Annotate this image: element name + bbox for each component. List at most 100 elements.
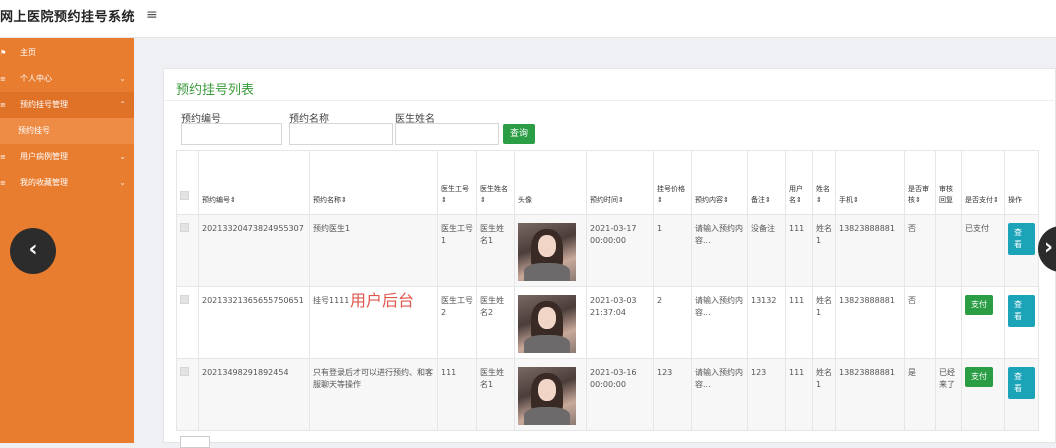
- col-header: 审核回复: [935, 150, 962, 215]
- view-button[interactable]: 查看: [1008, 295, 1035, 327]
- avatar: [518, 295, 576, 353]
- table-row: 20213320473824955307 预约医生1 医生工号1 医生姓名1 2…: [176, 214, 1039, 287]
- table-row: 20213321365655750651 挂号1111 医生工号2 医生姓名2 …: [176, 286, 1039, 359]
- cell-note: 没备注: [747, 214, 786, 287]
- cell-user: 111: [785, 286, 813, 359]
- cell-id: 20213320473824955307: [198, 214, 310, 287]
- col-header[interactable]: 预约名称⇕: [309, 150, 438, 215]
- row-checkbox[interactable]: [176, 286, 199, 359]
- cell-content: 请输入预约内容...: [691, 286, 748, 359]
- sidebar-item-appointments[interactable]: ≡ 预约挂号管理 ⌃: [0, 92, 134, 118]
- col-header[interactable]: 姓名⇕: [812, 150, 836, 215]
- col-header[interactable]: 挂号价格⇕: [653, 150, 692, 215]
- avatar: [518, 223, 576, 281]
- list-icon: ≡: [0, 101, 6, 109]
- cell-phone: 13823888881: [835, 358, 905, 431]
- sidebar-item-label: 预约挂号: [18, 126, 50, 135]
- cell-real-name: 姓名1: [812, 214, 836, 287]
- cell-audit: 否: [904, 286, 936, 359]
- list-icon: ≡: [0, 153, 6, 161]
- cell-id: 20213498291892454: [198, 358, 310, 431]
- col-header[interactable]: 预约内容⇕: [691, 150, 748, 215]
- col-header: 头像: [514, 150, 587, 215]
- sidebar-item-profile[interactable]: ≡ 个人中心 ⌄: [0, 66, 134, 92]
- cell-avatar: [514, 214, 587, 287]
- view-button[interactable]: 查看: [1008, 223, 1035, 255]
- cell-reply: 已经来了: [935, 358, 962, 431]
- col-header[interactable]: 是否支付⇕: [961, 150, 1005, 215]
- cell-time: 2021-03-03 21:37:04: [586, 286, 654, 359]
- cell-user: 111: [785, 214, 813, 287]
- cell-reply: [935, 286, 962, 359]
- sidebar-item-cases[interactable]: ≡ 用户病例管理 ⌄: [0, 144, 134, 170]
- cell-audit: 否: [904, 214, 936, 287]
- appointment-name-input[interactable]: [289, 123, 393, 145]
- cell-doctor-name: 医生姓名1: [476, 214, 515, 287]
- col-header[interactable]: 预约时间⇕: [586, 150, 654, 215]
- col-header[interactable]: 医生姓名⇕: [476, 150, 515, 215]
- menu-toggle-icon[interactable]: ≡: [146, 7, 158, 23]
- list-icon: ≡: [0, 179, 6, 187]
- appointment-list-panel: 预约挂号列表 预约编号 预约名称 医生姓名 查询 预约编号⇕ 预约名称⇕ 医生工…: [163, 68, 1056, 443]
- view-button[interactable]: 查看: [1008, 367, 1035, 399]
- carousel-prev-button[interactable]: ‹: [10, 228, 56, 274]
- pay-button[interactable]: 支付: [965, 295, 993, 315]
- cell-time: 2021-03-17 00:00:00: [586, 214, 654, 287]
- cell-time: 2021-03-16 00:00:00: [586, 358, 654, 431]
- col-header[interactable]: 手机⇕: [835, 150, 905, 215]
- pay-button[interactable]: 支付: [965, 367, 993, 387]
- col-header[interactable]: 用户名⇕: [785, 150, 813, 215]
- cell-paid: 支付: [961, 286, 1005, 359]
- sidebar-item-label: 个人中心: [20, 74, 52, 83]
- chevron-up-icon: ⌃: [119, 100, 126, 109]
- cell-audit: 是: [904, 358, 936, 431]
- cell-content: 请输入预约内容...: [691, 358, 748, 431]
- divider: [164, 100, 1056, 101]
- cell-actions: 查看: [1004, 286, 1039, 359]
- cell-doctor-no: 111: [437, 358, 477, 431]
- cell-name: 预约医生1: [309, 214, 438, 287]
- cell-paid: 已支付: [961, 214, 1005, 287]
- page-size-select[interactable]: [180, 436, 210, 448]
- cell-price: 1: [653, 214, 692, 287]
- cell-avatar: [514, 286, 587, 359]
- row-checkbox[interactable]: [176, 358, 199, 431]
- appointment-table: 预约编号⇕ 预约名称⇕ 医生工号⇕ 医生姓名⇕ 头像 预约时间⇕ 挂号价格⇕ 预…: [176, 150, 1039, 431]
- sidebar-item-label: 主页: [20, 48, 36, 57]
- appointment-id-input[interactable]: [181, 123, 282, 145]
- cell-actions: 查看: [1004, 214, 1039, 287]
- cell-price: 2: [653, 286, 692, 359]
- doctor-name-input[interactable]: [395, 123, 499, 145]
- search-button[interactable]: 查询: [503, 124, 535, 144]
- list-icon: ≡: [0, 75, 6, 83]
- cell-name: 只有登录后才可以进行预约、和客服聊天等操作: [309, 358, 438, 431]
- table-header-row: 预约编号⇕ 预约名称⇕ 医生工号⇕ 医生姓名⇕ 头像 预约时间⇕ 挂号价格⇕ 预…: [176, 150, 1039, 215]
- sidebar-item-label: 用户病例管理: [20, 152, 68, 161]
- select-all-checkbox[interactable]: [176, 150, 199, 215]
- cell-phone: 13823888881: [835, 214, 905, 287]
- cell-reply: [935, 214, 962, 287]
- cell-phone: 13823888881: [835, 286, 905, 359]
- cell-paid: 支付: [961, 358, 1005, 431]
- cell-note: 13132: [747, 286, 786, 359]
- col-header[interactable]: 医生工号⇕: [437, 150, 477, 215]
- sidebar-item-favorites[interactable]: ≡ 我的收藏管理 ⌄: [0, 170, 134, 196]
- sidebar-item-home[interactable]: ⚑ 主页: [0, 40, 134, 66]
- col-header[interactable]: 备注⇕: [747, 150, 786, 215]
- sidebar-subitem-appointment[interactable]: 预约挂号: [0, 118, 134, 144]
- col-header[interactable]: 是否审核⇕: [904, 150, 936, 215]
- row-checkbox[interactable]: [176, 214, 199, 287]
- cell-real-name: 姓名1: [812, 358, 836, 431]
- col-header: 操作: [1004, 150, 1039, 215]
- chevron-down-icon: ⌄: [119, 152, 126, 161]
- sidebar-item-label: 我的收藏管理: [20, 178, 68, 187]
- cell-doctor-no: 医生工号2: [437, 286, 477, 359]
- page-title: 预约挂号列表: [176, 83, 255, 98]
- cell-doctor-name: 医生姓名1: [476, 358, 515, 431]
- cell-actions: 查看: [1004, 358, 1039, 431]
- cell-doctor-name: 医生姓名2: [476, 286, 515, 359]
- col-header[interactable]: 预约编号⇕: [198, 150, 310, 215]
- top-bar: 网上医院预约挂号系统 ≡: [0, 0, 1056, 38]
- avatar: [518, 367, 576, 425]
- cell-id: 20213321365655750651: [198, 286, 310, 359]
